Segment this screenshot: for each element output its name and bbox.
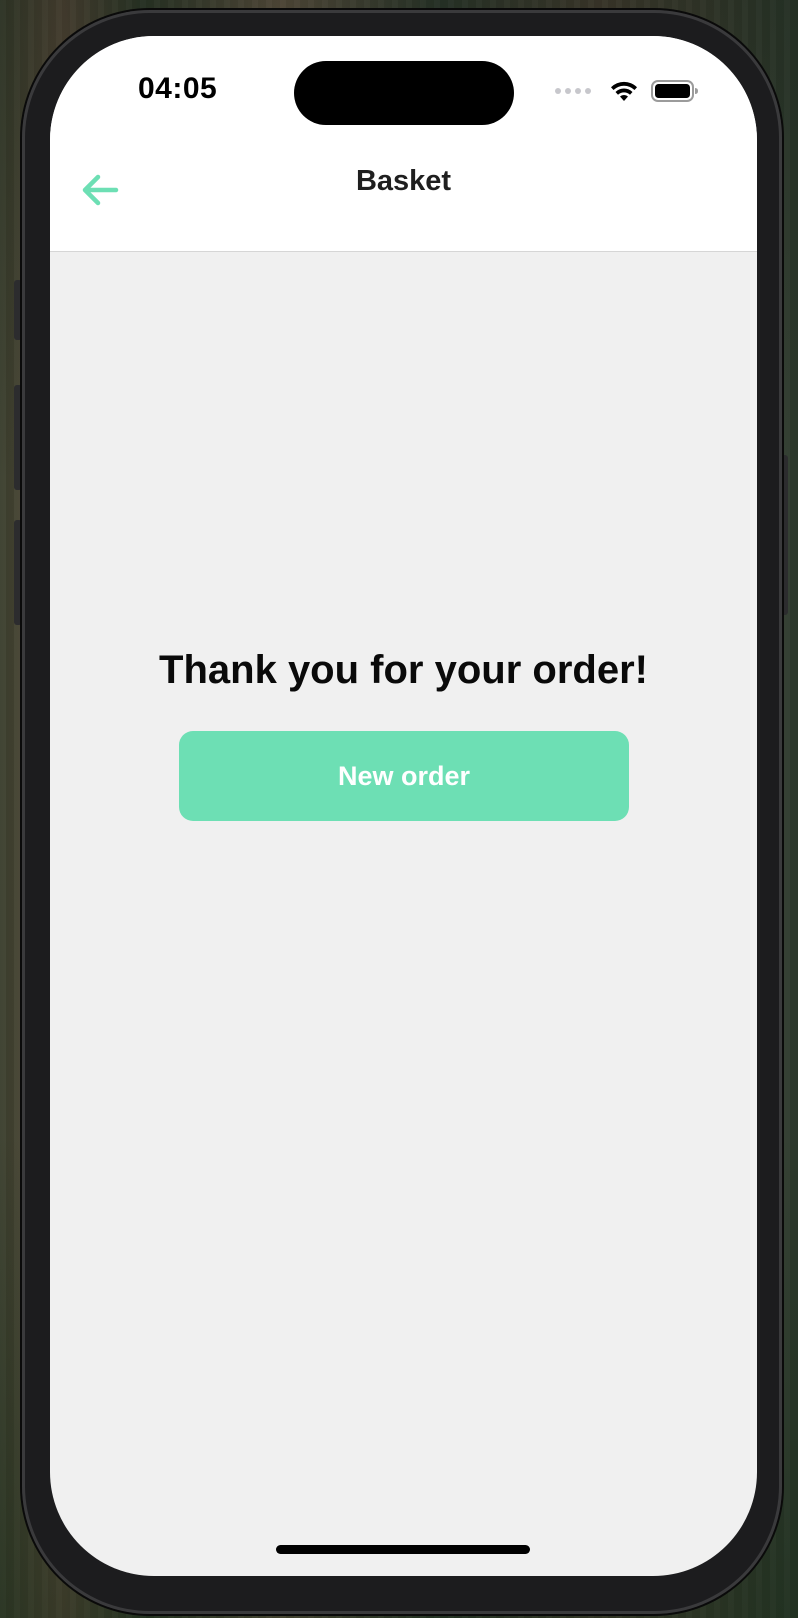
phone-screen: 04:05 Basket Thank you for your order! N… [50,36,757,1576]
status-time: 04:05 [138,72,218,105]
cellular-dots-icon [555,88,591,94]
battery-icon [651,80,698,102]
status-icons [555,78,699,104]
dynamic-island [294,61,514,125]
thank-you-message: Thank you for your order! [159,648,648,692]
volume-down-button [14,520,22,625]
status-bar: 04:05 [50,36,757,136]
new-order-button[interactable]: New order [179,731,629,821]
home-indicator[interactable] [276,1545,530,1554]
order-confirmation: Thank you for your order! New order [50,252,757,1576]
navigation-bar: Basket [50,136,757,252]
wifi-icon [611,81,637,101]
action-button [14,280,22,340]
volume-up-button [14,385,22,490]
page-title: Basket [355,165,452,197]
